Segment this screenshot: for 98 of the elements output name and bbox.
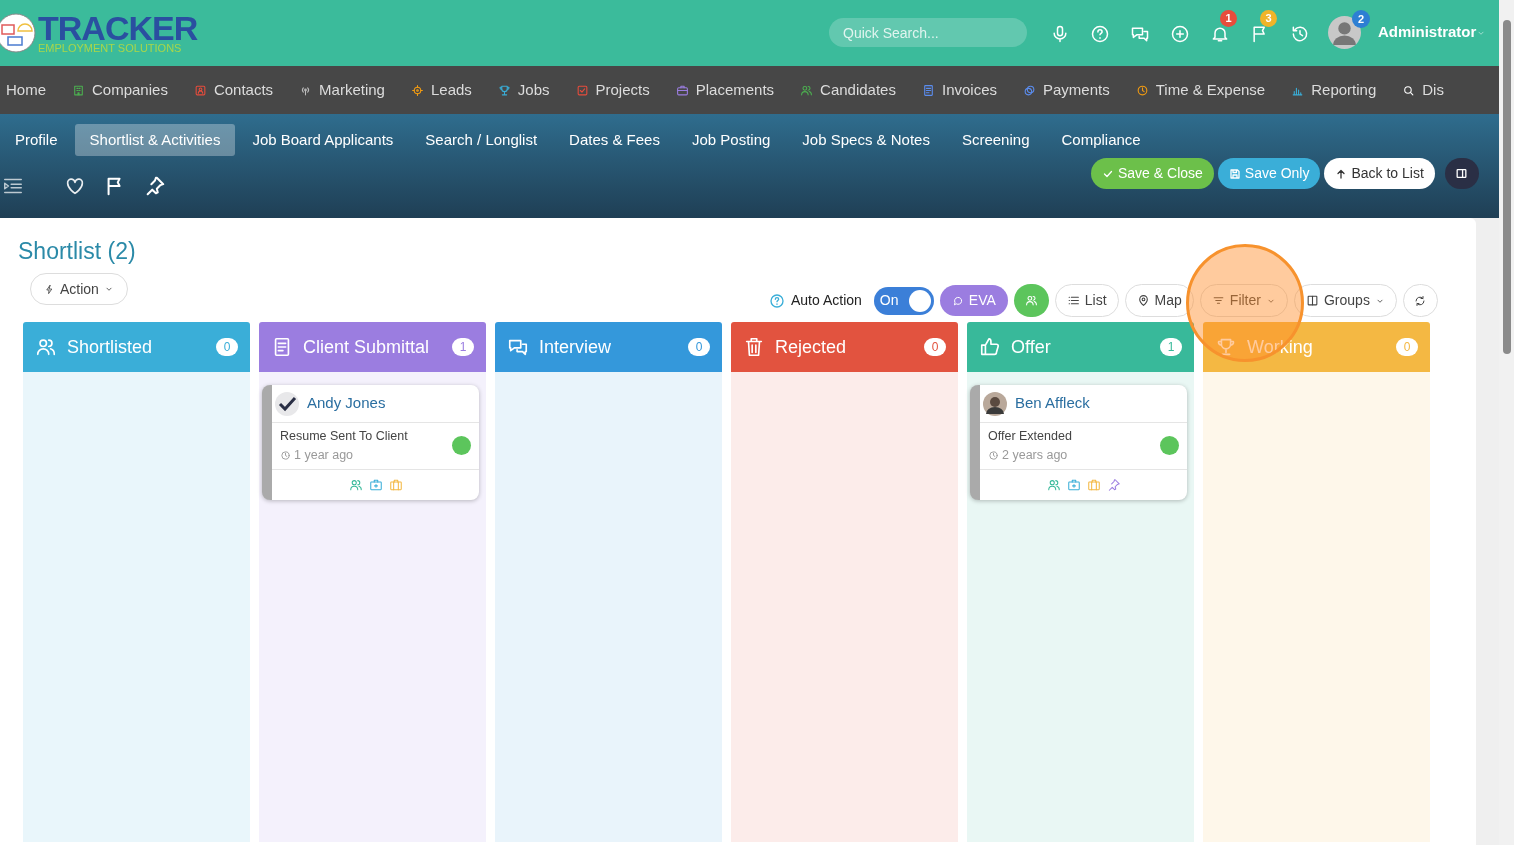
column-title: Rejected — [775, 335, 847, 359]
tab[interactable]: Compliance — [1046, 124, 1156, 156]
tab[interactable]: Search / Longlist — [410, 124, 553, 156]
notification-badge: 3 — [1260, 10, 1277, 27]
count-badge: 1 — [452, 338, 474, 356]
map-pin-icon — [1136, 294, 1150, 307]
heart-icon — [64, 175, 86, 197]
suitcase-icon — [1086, 477, 1101, 492]
trophy-icon — [1215, 336, 1237, 358]
search-icon — [1402, 83, 1416, 97]
document-icon — [921, 83, 935, 97]
medical-kit-icon — [368, 477, 383, 492]
arrow-up-icon — [1335, 167, 1348, 180]
count-badge: 0 — [216, 338, 238, 356]
microphone-icon — [1050, 24, 1070, 44]
clock-icon — [988, 449, 999, 461]
nav-link[interactable]: Payments — [1023, 78, 1110, 102]
column-title: Shortlisted — [67, 335, 153, 359]
briefcase-icon — [675, 83, 689, 97]
contact-card-icon — [193, 83, 207, 97]
tab[interactable]: Job Posting — [676, 124, 786, 156]
nav-link[interactable]: Marketing — [299, 78, 385, 102]
people-icon — [1024, 294, 1038, 307]
clock-icon — [280, 449, 291, 461]
filter-icon — [1211, 294, 1225, 307]
logo-icon — [0, 13, 36, 53]
toggle-switch[interactable]: On — [873, 286, 934, 315]
auto-action-label: Auto Action — [791, 291, 862, 310]
people-icon — [348, 477, 363, 492]
count-badge: 0 — [1396, 338, 1418, 356]
list-icon — [1066, 294, 1080, 307]
count-badge: 0 — [688, 338, 710, 356]
nav-link[interactable]: Dis — [1402, 78, 1444, 102]
notification-badge: 1 — [1220, 10, 1237, 27]
tab[interactable]: Dates & Fees — [554, 124, 675, 156]
column-title: Interview — [539, 335, 612, 359]
nav-link[interactable]: Companies — [72, 78, 168, 102]
panel-icon — [1455, 167, 1469, 180]
building-icon — [72, 83, 85, 97]
nav-link[interactable]: Jobs — [497, 78, 550, 102]
trophy-icon — [497, 83, 511, 97]
help-icon — [1090, 24, 1110, 44]
candidate-name[interactable]: Andy Jones — [307, 392, 386, 415]
column-title: Working — [1247, 335, 1313, 359]
nav-link[interactable]: Home — [6, 78, 46, 102]
tab[interactable]: Job Board Applicants — [237, 124, 409, 156]
history-icon — [1290, 24, 1310, 44]
time-text: 1 year ago — [294, 446, 354, 464]
column-title: Offer — [1011, 335, 1051, 359]
panel-toggle-button[interactable] — [1444, 158, 1479, 189]
suitcase-icon — [388, 477, 403, 492]
chat-icon — [1130, 24, 1150, 44]
target-icon — [410, 83, 424, 97]
pin-icon[interactable] — [1106, 477, 1121, 492]
nav-link[interactable]: Leads — [410, 78, 472, 102]
logo-subtitle: EMPLOYMENT SOLUTIONS — [38, 42, 183, 54]
people-button[interactable] — [1013, 284, 1049, 317]
candidate-card[interactable]: Andy Jones Resume Sent To Client 1 year ago — [262, 385, 479, 500]
people-icon — [800, 83, 814, 97]
pin-icon — [144, 175, 166, 197]
candidate-card[interactable]: Ben Affleck Offer Extended 2 years ago — [970, 385, 1187, 500]
time-text: 2 years ago — [1002, 446, 1068, 464]
column-title: Client Submittal — [303, 335, 430, 359]
tab[interactable]: Job Specs & Notes — [787, 124, 945, 156]
count-badge: 0 — [924, 338, 946, 356]
user-badge: 2 — [1352, 10, 1370, 28]
status-text: Resume Sent To Client — [280, 428, 409, 445]
tab[interactable]: Profile — [0, 124, 73, 156]
refresh-icon — [1414, 294, 1427, 307]
trash-icon — [743, 336, 765, 358]
page-title: Shortlist (2) — [18, 237, 137, 266]
thumbs-up-icon — [979, 336, 1001, 358]
nav-link[interactable]: Projects — [575, 78, 650, 102]
nav-link[interactable]: Candidates — [800, 78, 896, 102]
nav-link[interactable]: Time & Expense — [1135, 78, 1266, 102]
nav-link[interactable]: Reporting — [1291, 78, 1377, 102]
status-text: Offer Extended — [988, 428, 1073, 445]
coins-icon — [1023, 83, 1036, 97]
help-icon — [769, 292, 785, 309]
tab[interactable]: Screening — [946, 124, 1045, 156]
add-icon — [1170, 24, 1190, 44]
medical-kit-icon — [1066, 477, 1081, 492]
clock-icon — [1135, 83, 1149, 97]
lightning-icon — [44, 283, 55, 295]
nav-link[interactable]: Placements — [675, 78, 775, 102]
action-button[interactable]: Back to List — [1324, 158, 1435, 189]
logo-title: TRACKER — [38, 12, 198, 43]
people-icon — [1046, 477, 1061, 492]
candidate-name[interactable]: Ben Affleck — [1015, 392, 1090, 415]
avatar-icon — [275, 391, 299, 416]
checkbox-icon — [575, 83, 589, 97]
nav-link[interactable]: Contacts — [193, 78, 274, 102]
people-icon — [35, 336, 57, 358]
chat-bubble-icon — [951, 294, 964, 307]
nav-link[interactable]: Invoices — [921, 78, 997, 102]
avatar-icon — [983, 391, 1007, 416]
count-badge: 1 — [1160, 338, 1182, 356]
columns-icon — [1305, 294, 1319, 307]
